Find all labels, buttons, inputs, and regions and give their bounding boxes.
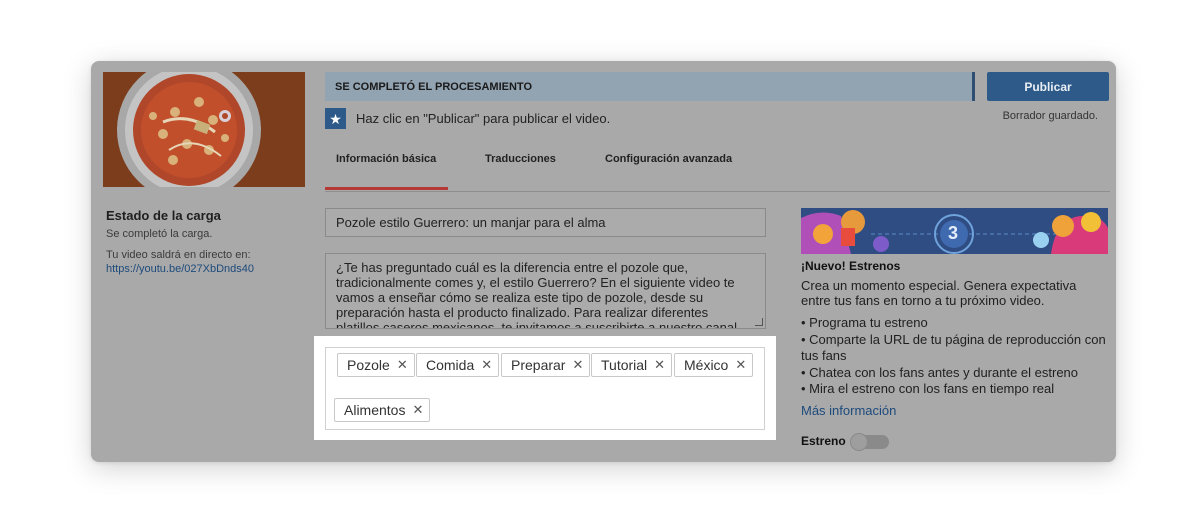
list-item: Programa tu estreno <box>801 315 1111 332</box>
premieres-title: ¡Nuevo! Estrenos <box>801 259 901 273</box>
tag-chip: Pozole ✕ <box>337 353 415 377</box>
tab-translations[interactable]: Traducciones <box>485 153 556 165</box>
tab-basic-info[interactable]: Información básica <box>336 153 436 165</box>
more-info-link[interactable]: Más información <box>801 403 896 418</box>
tab-advanced-settings[interactable]: Configuración avanzada <box>605 153 732 165</box>
tag-chip: México ✕ <box>674 353 754 377</box>
video-thumbnail <box>103 72 305 187</box>
resize-handle-icon[interactable] <box>755 318 763 326</box>
active-tab-indicator <box>325 187 448 190</box>
close-icon[interactable]: ✕ <box>654 357 665 373</box>
upload-status-title: Estado de la carga <box>106 208 221 223</box>
tags-highlight: Pozole ✕ Comida ✕ Preparar ✕ Tutorial ✕ … <box>314 336 776 440</box>
tag-label: Tutorial <box>601 357 648 373</box>
tag-label: Comida <box>426 357 475 373</box>
description-text: ¿Te has preguntado cuál es la diferencia… <box>336 260 741 329</box>
premiere-toggle[interactable] <box>850 433 889 451</box>
premiere-toggle-label: Estreno <box>801 434 846 448</box>
premieres-description: Crea un momento especial. Genera expecta… <box>801 278 1077 308</box>
tags-input[interactable]: Pozole ✕ Comida ✕ Preparar ✕ Tutorial ✕ … <box>325 347 765 430</box>
processing-status-text: SE COMPLETÓ EL PROCESAMIENTO <box>335 81 533 93</box>
list-item: Comparte la URL de tu página de reproduc… <box>801 332 1111 365</box>
tag-chip: Preparar ✕ <box>501 353 591 377</box>
star-icon: ★ <box>325 108 346 129</box>
list-item: Chatea con los fans antes y durante el e… <box>801 365 1111 382</box>
video-description-textarea[interactable]: ¿Te has preguntado cuál es la diferencia… <box>325 253 766 329</box>
tag-chip: Tutorial ✕ <box>591 353 673 377</box>
live-url-label: Tu video saldrá en directo en: <box>106 249 251 261</box>
list-item: Mira el estreno con los fans en tiempo r… <box>801 381 1111 398</box>
close-icon[interactable]: ✕ <box>572 357 583 373</box>
tabs-divider <box>325 191 1110 192</box>
publish-hint: Haz clic en "Publicar" para publicar el … <box>356 111 611 126</box>
thumbnail-illustration <box>103 72 305 187</box>
tag-label: México <box>684 357 729 373</box>
close-icon[interactable]: ✕ <box>397 357 408 373</box>
processing-status-bar: SE COMPLETÓ EL PROCESAMIENTO <box>325 72 975 101</box>
video-url-link[interactable]: https://youtu.be/027XbDnds40 <box>106 263 254 275</box>
close-icon[interactable]: ✕ <box>735 357 746 373</box>
publish-button[interactable]: Publicar <box>987 72 1109 101</box>
premieres-feature-list: Programa tu estreno Comparte la URL de t… <box>801 315 1111 398</box>
video-title-input[interactable] <box>325 208 766 237</box>
tag-label: Preparar <box>511 357 566 373</box>
tag-label: Alimentos <box>344 402 406 418</box>
premieres-banner: 3 <box>801 208 1108 254</box>
tag-chip: Comida ✕ <box>416 353 500 377</box>
close-icon[interactable]: ✕ <box>412 402 423 418</box>
tag-label: Pozole <box>347 357 390 373</box>
toggle-knob <box>850 433 868 451</box>
upload-status-text: Se completó la carga. <box>106 228 213 240</box>
close-icon[interactable]: ✕ <box>481 357 492 373</box>
countdown-number: 3 <box>948 223 959 243</box>
tag-chip: Alimentos ✕ <box>334 398 431 422</box>
draft-saved-text: Borrador guardado. <box>1002 110 1098 122</box>
